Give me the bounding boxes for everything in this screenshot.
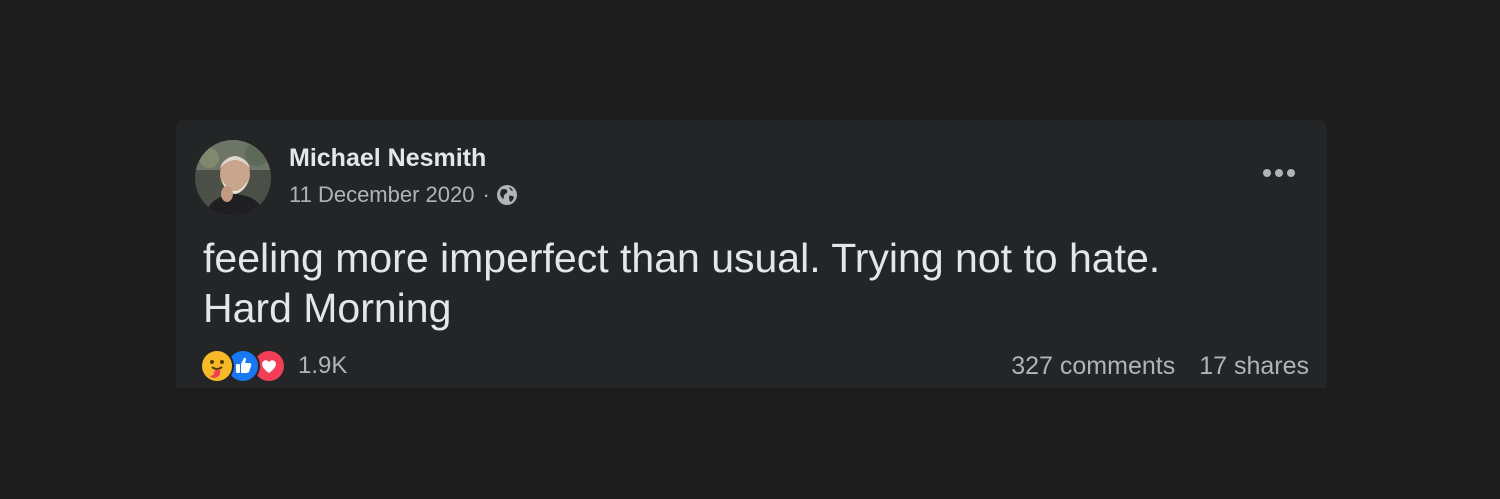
post-meta: 11 December 2020 · bbox=[289, 182, 518, 208]
post-card: Michael Nesmith 11 December 2020 · feeli… bbox=[176, 120, 1327, 388]
avatar[interactable] bbox=[195, 140, 271, 216]
meta-separator: · bbox=[482, 182, 490, 207]
care-icon bbox=[200, 349, 234, 383]
globe-icon[interactable] bbox=[496, 184, 518, 206]
post-text-line: feeling more imperfect than usual. Tryin… bbox=[203, 235, 1161, 281]
more-options-button[interactable] bbox=[1259, 160, 1299, 186]
reaction-count[interactable]: 1.9K bbox=[298, 352, 347, 380]
comments-count[interactable]: 327 comments bbox=[1011, 352, 1175, 381]
post-date[interactable]: 11 December 2020 bbox=[289, 182, 475, 208]
more-options-icon bbox=[1263, 169, 1295, 177]
post-text: feeling more imperfect than usual. Tryin… bbox=[203, 233, 1303, 333]
post-text-line: Hard Morning bbox=[203, 285, 452, 331]
engagement-stats: 327 comments 17 shares bbox=[1011, 352, 1309, 381]
author-name[interactable]: Michael Nesmith bbox=[289, 144, 486, 173]
avatar-photo bbox=[195, 140, 271, 216]
shares-count[interactable]: 17 shares bbox=[1199, 352, 1309, 381]
reactions-summary[interactable]: 1.9K bbox=[200, 349, 347, 383]
